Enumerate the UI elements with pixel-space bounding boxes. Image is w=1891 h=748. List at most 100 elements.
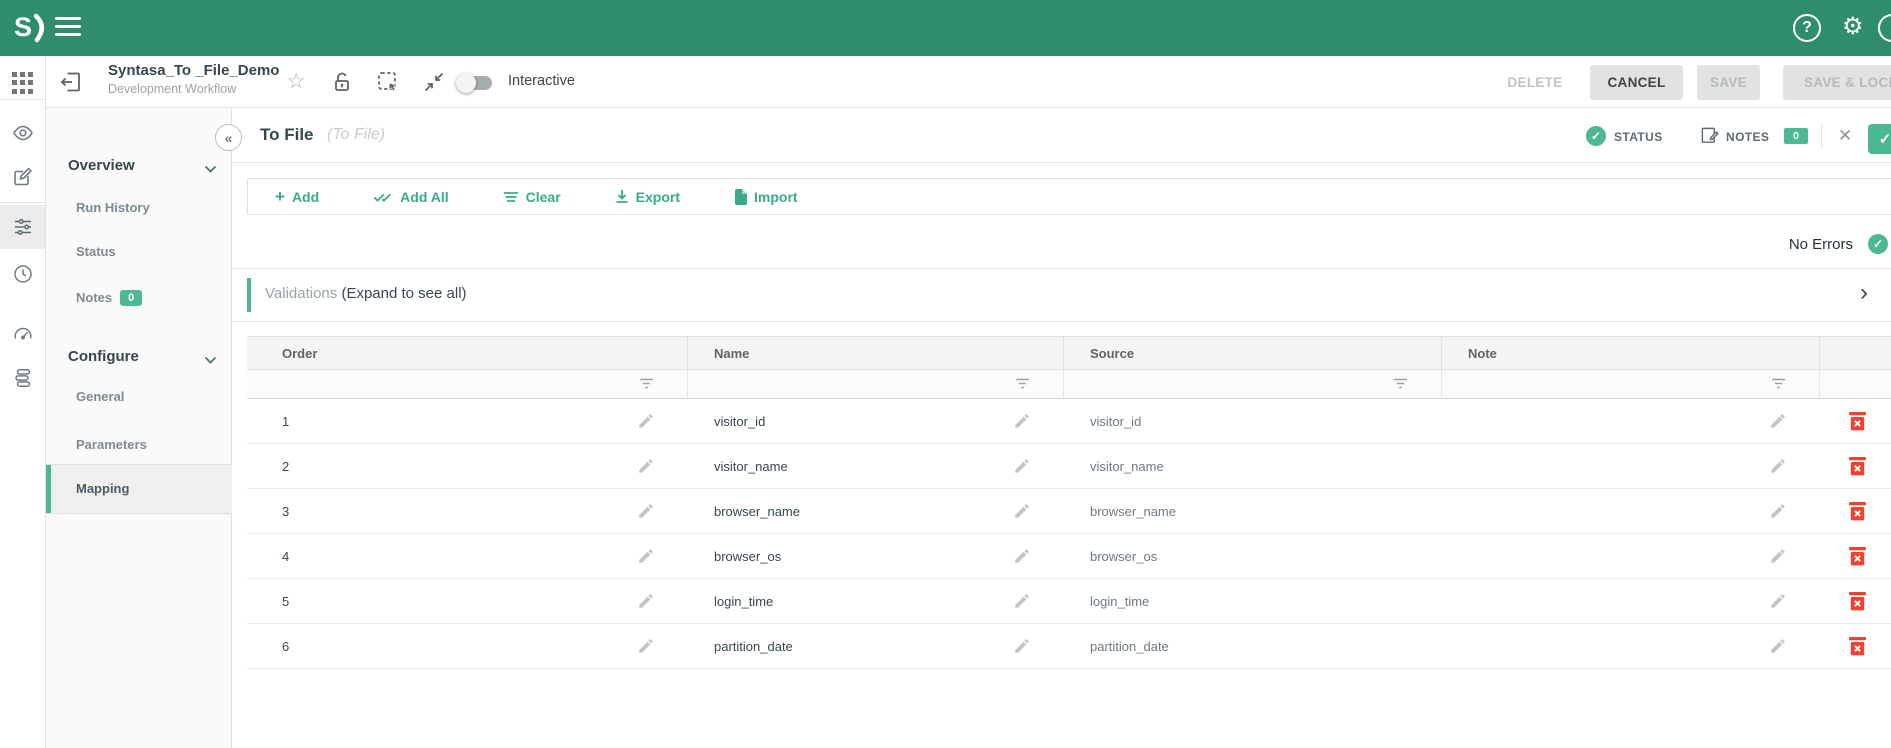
preview-eye-icon[interactable] (12, 122, 34, 144)
edit-pencil-icon[interactable] (1013, 592, 1031, 610)
validations-expander[interactable]: Validations (Expand to see all) › (232, 268, 1891, 322)
sidebar-section-configure[interactable]: Configure (68, 348, 139, 365)
chevron-down-icon[interactable] (204, 165, 217, 173)
settings-gear-icon[interactable]: ⚙ (1842, 12, 1864, 41)
status-check-icon[interactable]: ✓ (1586, 126, 1606, 146)
edit-pencil-icon[interactable] (637, 547, 655, 565)
filter-icon[interactable] (1015, 378, 1030, 390)
column-header-note[interactable]: Note (1442, 337, 1820, 369)
back-to-list-icon[interactable] (58, 70, 82, 94)
sidebar-item-notes[interactable]: Notes0 (76, 290, 142, 307)
column-header-name[interactable]: Name (688, 337, 1064, 369)
edit-pencil-icon[interactable] (1013, 502, 1031, 520)
collapse-panel-button[interactable]: « (215, 124, 242, 151)
lock-open-icon[interactable] (330, 70, 354, 94)
toggle-knob (456, 73, 476, 93)
collapse-arrows-icon[interactable] (422, 70, 446, 94)
gauge-icon[interactable] (12, 322, 34, 344)
sidebar-item-general[interactable]: General (76, 389, 124, 404)
column-header-order[interactable]: Order (247, 337, 688, 369)
status-label[interactable]: STATUS (1614, 130, 1663, 144)
table-row: 6 partition_date partition_date (247, 624, 1891, 669)
no-errors-label: No Errors (1789, 236, 1853, 253)
selected-indicator-bar (46, 465, 51, 513)
add-all-button[interactable]: Add All (346, 189, 475, 205)
edit-pencil-icon[interactable] (1769, 502, 1787, 520)
help-icon[interactable]: ? (1793, 14, 1821, 42)
notes-label[interactable]: NOTES (1726, 130, 1769, 144)
edit-pencil-icon[interactable] (1769, 547, 1787, 565)
history-clock-icon[interactable] (12, 263, 34, 285)
sidebar-item-parameters[interactable]: Parameters (76, 437, 147, 452)
chevron-down-icon[interactable] (204, 356, 217, 364)
add-button[interactable]: + Add (248, 187, 346, 207)
edit-pencil-icon[interactable] (1013, 412, 1031, 430)
filter-icon[interactable] (1393, 378, 1408, 390)
close-panel-icon[interactable]: ✕ (1838, 126, 1852, 146)
order-value: 6 (282, 639, 289, 654)
apply-check-button[interactable]: ✓ (1868, 124, 1891, 154)
logo-mark-icon (33, 13, 49, 43)
delete-row-icon[interactable] (1848, 636, 1867, 656)
edit-pencil-icon[interactable] (1013, 547, 1031, 565)
edit-pencil-icon[interactable] (637, 412, 655, 430)
delete-row-icon[interactable] (1848, 411, 1867, 431)
sidebar-mapping-label: Mapping (76, 481, 129, 496)
filter-icon[interactable] (639, 378, 654, 390)
order-value: 4 (282, 549, 289, 564)
app-grid-icon[interactable] (12, 72, 34, 94)
mapping-table: Order Name Source Note 1 visitor_id visi… (247, 336, 1891, 669)
delete-button[interactable]: DELETE (1495, 65, 1575, 100)
interactive-toggle-label: Interactive (508, 73, 575, 89)
sidebar-item-status[interactable]: Status (76, 244, 116, 259)
edit-pencil-icon[interactable] (637, 637, 655, 655)
export-button[interactable]: Export (588, 189, 707, 205)
workflow-pipeline-icon[interactable] (12, 216, 34, 238)
delete-row-icon[interactable] (1848, 546, 1867, 566)
errors-status-row: No Errors ✓ (232, 226, 1891, 268)
order-value: 5 (282, 594, 289, 609)
save-and-lock-button[interactable]: SAVE & LOCK (1783, 65, 1891, 100)
edit-compose-icon[interactable] (12, 165, 34, 187)
workflow-type: Development Workflow (108, 82, 236, 96)
sidebar-item-mapping-selected[interactable]: Mapping (46, 464, 232, 514)
notes-doc-icon[interactable] (1700, 126, 1719, 150)
favorite-star-icon[interactable]: ☆ (284, 70, 308, 94)
marquee-select-icon[interactable] (376, 70, 400, 94)
delete-row-icon[interactable] (1848, 501, 1867, 521)
edit-pencil-icon[interactable] (1769, 637, 1787, 655)
account-icon[interactable] (1878, 14, 1891, 42)
hamburger-menu-icon[interactable] (55, 17, 81, 39)
syntasa-logo: S (14, 12, 49, 43)
cancel-button[interactable]: CANCEL (1590, 65, 1683, 100)
save-button[interactable]: SAVE (1697, 65, 1760, 100)
rail-divider (0, 202, 46, 203)
edit-pencil-icon[interactable] (1013, 637, 1031, 655)
source-value: partition_date (1090, 639, 1169, 654)
sidebar-item-run-history[interactable]: Run History (76, 200, 150, 215)
clear-button[interactable]: Clear (476, 189, 588, 205)
layers-stack-icon[interactable] (12, 367, 34, 389)
edit-pencil-icon[interactable] (1769, 592, 1787, 610)
edit-pencil-icon[interactable] (1013, 457, 1031, 475)
logo-letter: S (14, 12, 33, 43)
edit-pencil-icon[interactable] (1769, 412, 1787, 430)
double-check-icon (373, 190, 393, 204)
interactive-toggle[interactable] (458, 76, 492, 90)
chevron-right-icon[interactable]: › (1860, 279, 1868, 307)
workflow-sidebar: Overview Run History Status Notes0 Confi… (46, 108, 232, 748)
icon-rail (0, 56, 46, 748)
edit-pencil-icon[interactable] (637, 457, 655, 475)
edit-pencil-icon[interactable] (637, 502, 655, 520)
delete-row-icon[interactable] (1848, 456, 1867, 476)
column-header-source[interactable]: Source (1064, 337, 1442, 369)
sidebar-section-overview[interactable]: Overview (68, 157, 135, 174)
to-file-panel: To File (To File) ✓ STATUS NOTES 0 ✕ ✓ +… (232, 108, 1891, 748)
import-button[interactable]: Import (707, 189, 825, 205)
table-header-row: Order Name Source Note (247, 336, 1891, 370)
filter-icon[interactable] (1771, 378, 1786, 390)
edit-pencil-icon[interactable] (1769, 457, 1787, 475)
delete-row-icon[interactable] (1848, 591, 1867, 611)
validations-accent-bar (247, 278, 251, 312)
edit-pencil-icon[interactable] (637, 592, 655, 610)
